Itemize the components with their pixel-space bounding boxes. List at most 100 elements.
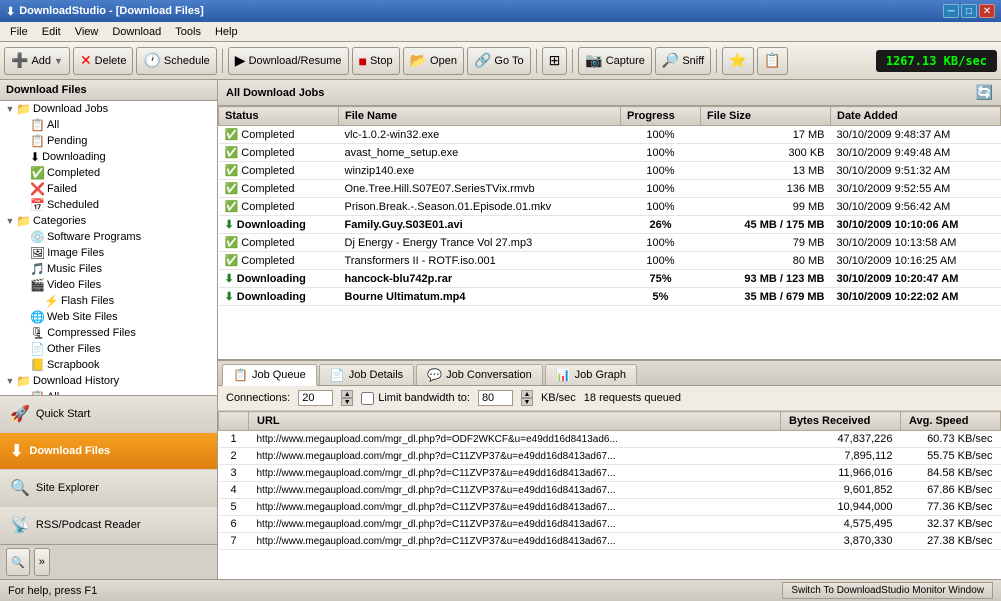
list-item[interactable]: 3 http://www.megaupload.com/mgr_dl.php?d… xyxy=(219,465,1001,482)
conn-url: http://www.megaupload.com/mgr_dl.php?d=O… xyxy=(249,431,781,448)
sidebar-tree-item-compressed[interactable]: 🗜Compressed Files xyxy=(0,325,217,341)
sidebar-tree-item-pending[interactable]: 📋Pending xyxy=(0,133,217,149)
sidebar-bottom-search[interactable]: 🔍 xyxy=(6,548,30,576)
job-date: 30/10/2009 10:10:06 AM xyxy=(831,216,1001,234)
conn-speed: 77.36 KB/sec xyxy=(901,499,1001,516)
schedule-icon: 🕐 xyxy=(143,52,160,69)
goto-button[interactable]: 🔗 Go To xyxy=(467,47,531,75)
tab-job-conversation[interactable]: 💬Job Conversation xyxy=(416,364,543,385)
sidebar-tree-item-completed[interactable]: ✅Completed xyxy=(0,165,217,181)
monitor-button[interactable]: Switch To DownloadStudio Monitor Window xyxy=(782,582,993,599)
col-size: File Size xyxy=(701,107,831,126)
sniff-button[interactable]: 🔎 Sniff xyxy=(655,47,711,75)
menu-tools[interactable]: Tools xyxy=(169,25,207,39)
table-row[interactable]: ✅ Completed One.Tree.Hill.S07E07.SeriesT… xyxy=(219,180,1001,198)
stop-icon: ■ xyxy=(359,53,367,69)
table-row[interactable]: ✅ Completed Transformers II - ROTF.iso.0… xyxy=(219,252,1001,270)
sidebar-tree-item-categories[interactable]: ▼📁Categories xyxy=(0,213,217,229)
capture-button[interactable]: 📷 Capture xyxy=(578,47,652,75)
job-size: 17 MB xyxy=(701,126,831,144)
connections-up[interactable]: ▲ xyxy=(341,390,353,398)
conn-header-row: URL Bytes Received Avg. Speed xyxy=(219,412,1001,431)
close-button[interactable]: ✕ xyxy=(979,4,995,18)
job-filename: Bourne Ultimatum.mp4 xyxy=(339,288,621,306)
nav-item-download-files[interactable]: ⬇Download Files xyxy=(0,433,217,470)
copy-button[interactable]: 📋 xyxy=(757,47,788,75)
nav-item-rss-reader[interactable]: 📡RSS/Podcast Reader xyxy=(0,507,217,544)
table-row[interactable]: ⬇ Downloading Family.Guy.S03E01.avi 26% … xyxy=(219,216,1001,234)
sidebar-tree-item-music[interactable]: 🎵Music Files xyxy=(0,261,217,277)
menu-download[interactable]: Download xyxy=(106,25,167,39)
stop-button[interactable]: ■ Stop xyxy=(352,47,400,75)
sidebar-tree-item-flash[interactable]: ⚡Flash Files xyxy=(0,293,217,309)
conn-col-bytes: Bytes Received xyxy=(781,412,901,431)
open-button[interactable]: 📂 Open xyxy=(403,47,464,75)
job-size: 99 MB xyxy=(701,198,831,216)
table-row[interactable]: ✅ Completed winzip140.exe 100% 13 MB 30/… xyxy=(219,162,1001,180)
conn-col-num xyxy=(219,412,249,431)
job-progress: 100% xyxy=(621,234,701,252)
list-item[interactable]: 6 http://www.megaupload.com/mgr_dl.php?d… xyxy=(219,516,1001,533)
list-item[interactable]: 1 http://www.megaupload.com/mgr_dl.php?d… xyxy=(219,431,1001,448)
bandwidth-unit: KB/sec xyxy=(541,392,576,404)
list-item[interactable]: 2 http://www.megaupload.com/mgr_dl.php?d… xyxy=(219,448,1001,465)
refresh-icon[interactable]: 🔄 xyxy=(976,84,993,101)
bandwidth-down[interactable]: ▼ xyxy=(521,398,533,406)
conn-col-url: URL xyxy=(249,412,781,431)
job-progress: 100% xyxy=(621,144,701,162)
grid-button[interactable]: ⊞ xyxy=(542,47,568,75)
nav-item-site-explorer[interactable]: 🔍Site Explorer xyxy=(0,470,217,507)
sidebar-tree-item-downloading[interactable]: ⬇Downloading xyxy=(0,149,217,165)
sidebar-tree-item-download-jobs[interactable]: ▼📁Download Jobs xyxy=(0,101,217,117)
connections-bar: Connections: ▲ ▼ Limit bandwidth to: ▲ ▼… xyxy=(218,386,1001,411)
sidebar-tree-item-image[interactable]: 🖼Image Files xyxy=(0,245,217,261)
star-button[interactable]: ⭐ xyxy=(722,47,753,75)
schedule-button[interactable]: 🕐 Schedule xyxy=(136,47,216,75)
sidebar-tree-item-all[interactable]: 📋All xyxy=(0,117,217,133)
sidebar-bottom-arrow[interactable]: » xyxy=(34,548,50,576)
download-resume-button[interactable]: ▶ Download/Resume xyxy=(228,47,349,75)
sidebar-tree-item-software[interactable]: 💿Software Programs xyxy=(0,229,217,245)
menu-help[interactable]: Help xyxy=(209,25,244,39)
table-row[interactable]: ⬇ Downloading hancock-blu742p.rar 75% 93… xyxy=(219,270,1001,288)
conn-num: 7 xyxy=(219,533,249,550)
nav-item-quick-start[interactable]: 🚀Quick Start xyxy=(0,396,217,433)
list-item[interactable]: 7 http://www.megaupload.com/mgr_dl.php?d… xyxy=(219,533,1001,550)
main-layout: Download Files ▼📁Download Jobs 📋All 📋Pen… xyxy=(0,80,1001,579)
table-row[interactable]: ✅ Completed vlc-1.0.2-win32.exe 100% 17 … xyxy=(219,126,1001,144)
job-progress: 100% xyxy=(621,198,701,216)
sidebar-tree-item-history[interactable]: ▼📁Download History xyxy=(0,373,217,389)
connections-input[interactable] xyxy=(298,390,333,406)
bandwidth-limit-checkbox[interactable] xyxy=(361,392,374,405)
tab-job-queue[interactable]: 📋Job Queue xyxy=(222,364,317,386)
separator-1 xyxy=(222,49,223,73)
job-status: ✅ Completed xyxy=(219,126,339,144)
menu-view[interactable]: View xyxy=(69,25,105,39)
sidebar-tree-item-scheduled[interactable]: 📅Scheduled xyxy=(0,197,217,213)
tab-job-details[interactable]: 📄Job Details xyxy=(319,364,414,385)
table-row[interactable]: ⬇ Downloading Bourne Ultimatum.mp4 5% 35… xyxy=(219,288,1001,306)
tab-job-graph[interactable]: 📊Job Graph xyxy=(545,364,637,385)
table-row[interactable]: ✅ Completed avast_home_setup.exe 100% 30… xyxy=(219,144,1001,162)
sidebar-tree-item-website[interactable]: 🌐Web Site Files xyxy=(0,309,217,325)
sidebar-tree-item-failed[interactable]: ❌Failed xyxy=(0,181,217,197)
delete-button[interactable]: ✕ Delete xyxy=(73,47,134,75)
bottom-panel: 📋Job Queue📄Job Details💬Job Conversation📊… xyxy=(218,359,1001,579)
menu-file[interactable]: File xyxy=(4,25,34,39)
add-button[interactable]: ➕ Add ▼ xyxy=(4,47,70,75)
job-status: ⬇ Downloading xyxy=(219,270,339,288)
sidebar-tree-item-scrapbook[interactable]: 📒Scrapbook xyxy=(0,357,217,373)
conn-num: 4 xyxy=(219,482,249,499)
list-item[interactable]: 4 http://www.megaupload.com/mgr_dl.php?d… xyxy=(219,482,1001,499)
list-item[interactable]: 5 http://www.megaupload.com/mgr_dl.php?d… xyxy=(219,499,1001,516)
maximize-button[interactable]: □ xyxy=(961,4,977,18)
connections-down[interactable]: ▼ xyxy=(341,398,353,406)
table-row[interactable]: ✅ Completed Prison.Break.-.Season.01.Epi… xyxy=(219,198,1001,216)
bandwidth-input[interactable] xyxy=(478,390,513,406)
minimize-button[interactable]: ─ xyxy=(943,4,959,18)
table-row[interactable]: ✅ Completed Dj Energy - Energy Trance Vo… xyxy=(219,234,1001,252)
sidebar-tree-item-video[interactable]: 🎬Video Files xyxy=(0,277,217,293)
bandwidth-up[interactable]: ▲ xyxy=(521,390,533,398)
sidebar-tree-item-other[interactable]: 📄Other Files xyxy=(0,341,217,357)
menu-edit[interactable]: Edit xyxy=(36,25,67,39)
